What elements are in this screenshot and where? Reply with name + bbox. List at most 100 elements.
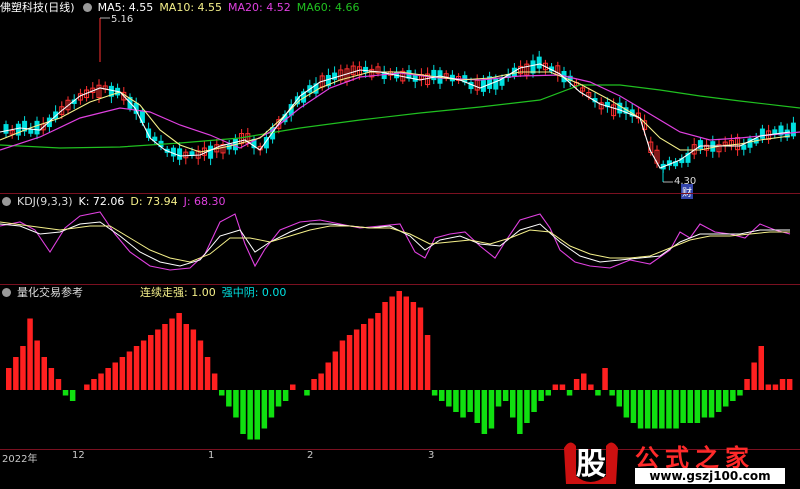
- bar-positive: [389, 296, 395, 390]
- bar-positive: [424, 335, 431, 390]
- bar-negative: [737, 390, 743, 396]
- bar-negative: [637, 390, 644, 429]
- bar-negative: [446, 390, 452, 407]
- ma20-line: [0, 72, 800, 151]
- candle-body: [34, 120, 40, 135]
- bar-negative: [460, 390, 466, 418]
- candle-body: [170, 147, 176, 157]
- bar-positive: [758, 346, 764, 390]
- bar-positive: [559, 384, 566, 390]
- kdj-k-line: [0, 221, 790, 267]
- quant-bar-chart[interactable]: [0, 285, 800, 450]
- bar-negative: [531, 390, 537, 412]
- bar-negative: [62, 390, 69, 396]
- bar-positive: [382, 302, 388, 390]
- bar-negative: [233, 390, 239, 418]
- bar-positive: [27, 318, 33, 390]
- bar-negative: [247, 390, 253, 440]
- candle-body: [759, 128, 765, 139]
- bar-positive: [346, 335, 353, 390]
- bar-negative: [226, 390, 232, 407]
- bar-positive: [190, 329, 197, 390]
- candle-body: [790, 122, 796, 137]
- bar-positive: [148, 335, 154, 390]
- kdj-chart[interactable]: [0, 194, 800, 284]
- bar-positive: [581, 373, 587, 390]
- bar-negative: [609, 390, 615, 396]
- candle-body: [493, 77, 499, 90]
- bar-negative: [502, 390, 509, 401]
- axis-tick-month: 3: [428, 450, 435, 461]
- bar-negative: [659, 390, 665, 429]
- candlesticks: [3, 50, 796, 173]
- bar-negative: [545, 390, 551, 396]
- bar-negative: [630, 390, 637, 423]
- bar-positive: [552, 384, 559, 390]
- candle-body: [530, 60, 536, 74]
- bar-positive: [98, 373, 104, 390]
- price-panel: 佛塑科技(日线) MA5: 4.55 MA10: 4.55 MA20: 4.52…: [0, 0, 800, 199]
- candle-body: [3, 124, 9, 134]
- bar-negative: [666, 390, 672, 429]
- bar-negative: [439, 390, 445, 401]
- bar-negative: [715, 390, 722, 412]
- bar-positive: [34, 340, 40, 390]
- bar-positive: [311, 379, 317, 390]
- bar-negative: [595, 390, 601, 396]
- bar-negative: [467, 390, 473, 412]
- high-price-label: 5.16: [111, 14, 134, 25]
- bar-positive: [176, 313, 182, 390]
- bar-negative: [481, 390, 488, 434]
- bar-positive: [169, 318, 175, 390]
- bar-negative: [687, 390, 693, 423]
- bar-positive: [91, 379, 97, 390]
- price-chart[interactable]: [0, 0, 800, 192]
- bar-positive: [602, 368, 608, 390]
- bar-positive: [403, 296, 409, 390]
- bar-positive: [339, 340, 346, 390]
- bar-positive: [183, 324, 189, 390]
- axis-tick-month: 2: [307, 450, 314, 461]
- bar-negative: [275, 390, 282, 407]
- bar-positive: [779, 379, 786, 390]
- bar-positive: [417, 307, 424, 390]
- bar-negative: [524, 390, 530, 423]
- bar-negative: [723, 390, 729, 407]
- bar-positive: [112, 362, 118, 390]
- bar-negative: [69, 390, 76, 401]
- bar-positive: [786, 379, 793, 390]
- bar-negative: [566, 390, 573, 396]
- bar-positive: [772, 384, 779, 390]
- bar-positive: [744, 379, 750, 390]
- bar-negative: [701, 390, 708, 418]
- watermark-url[interactable]: www.gszj100.com: [635, 468, 785, 484]
- bar-negative: [219, 390, 225, 396]
- bar-negative: [673, 390, 679, 429]
- bar-positive: [105, 368, 111, 390]
- kdj-panel: KDJ(9,3,3) K: 72.06 D: 73.94 J: 68.30: [0, 194, 800, 284]
- axis-tick-year: 2022年: [2, 454, 38, 465]
- site-watermark: 股 公式之家 www.gszj100.com: [560, 436, 800, 489]
- bar-positive: [318, 373, 324, 390]
- bar-negative: [644, 390, 651, 429]
- bar-negative: [495, 390, 502, 407]
- bar-negative: [431, 390, 438, 396]
- bar-positive: [290, 384, 296, 390]
- candle-body: [28, 129, 34, 134]
- candle-body: [177, 148, 183, 160]
- bar-negative: [708, 390, 715, 418]
- bar-positive: [211, 373, 218, 390]
- bar-positive: [48, 368, 55, 390]
- bar-positive: [140, 340, 147, 390]
- bar-positive: [751, 362, 757, 390]
- bar-negative: [616, 390, 622, 407]
- bar-positive: [162, 324, 168, 390]
- bar-negative: [261, 390, 268, 429]
- bar-negative: [517, 390, 523, 434]
- bar-negative: [510, 390, 516, 418]
- kdj-j-line: [0, 211, 791, 271]
- bar-positive: [13, 357, 19, 390]
- bar-negative: [538, 390, 544, 401]
- quant-panel: 量化交易参考 连续走强: 1.00 强中阴: 0.00: [0, 285, 800, 450]
- bar-positive: [84, 384, 90, 390]
